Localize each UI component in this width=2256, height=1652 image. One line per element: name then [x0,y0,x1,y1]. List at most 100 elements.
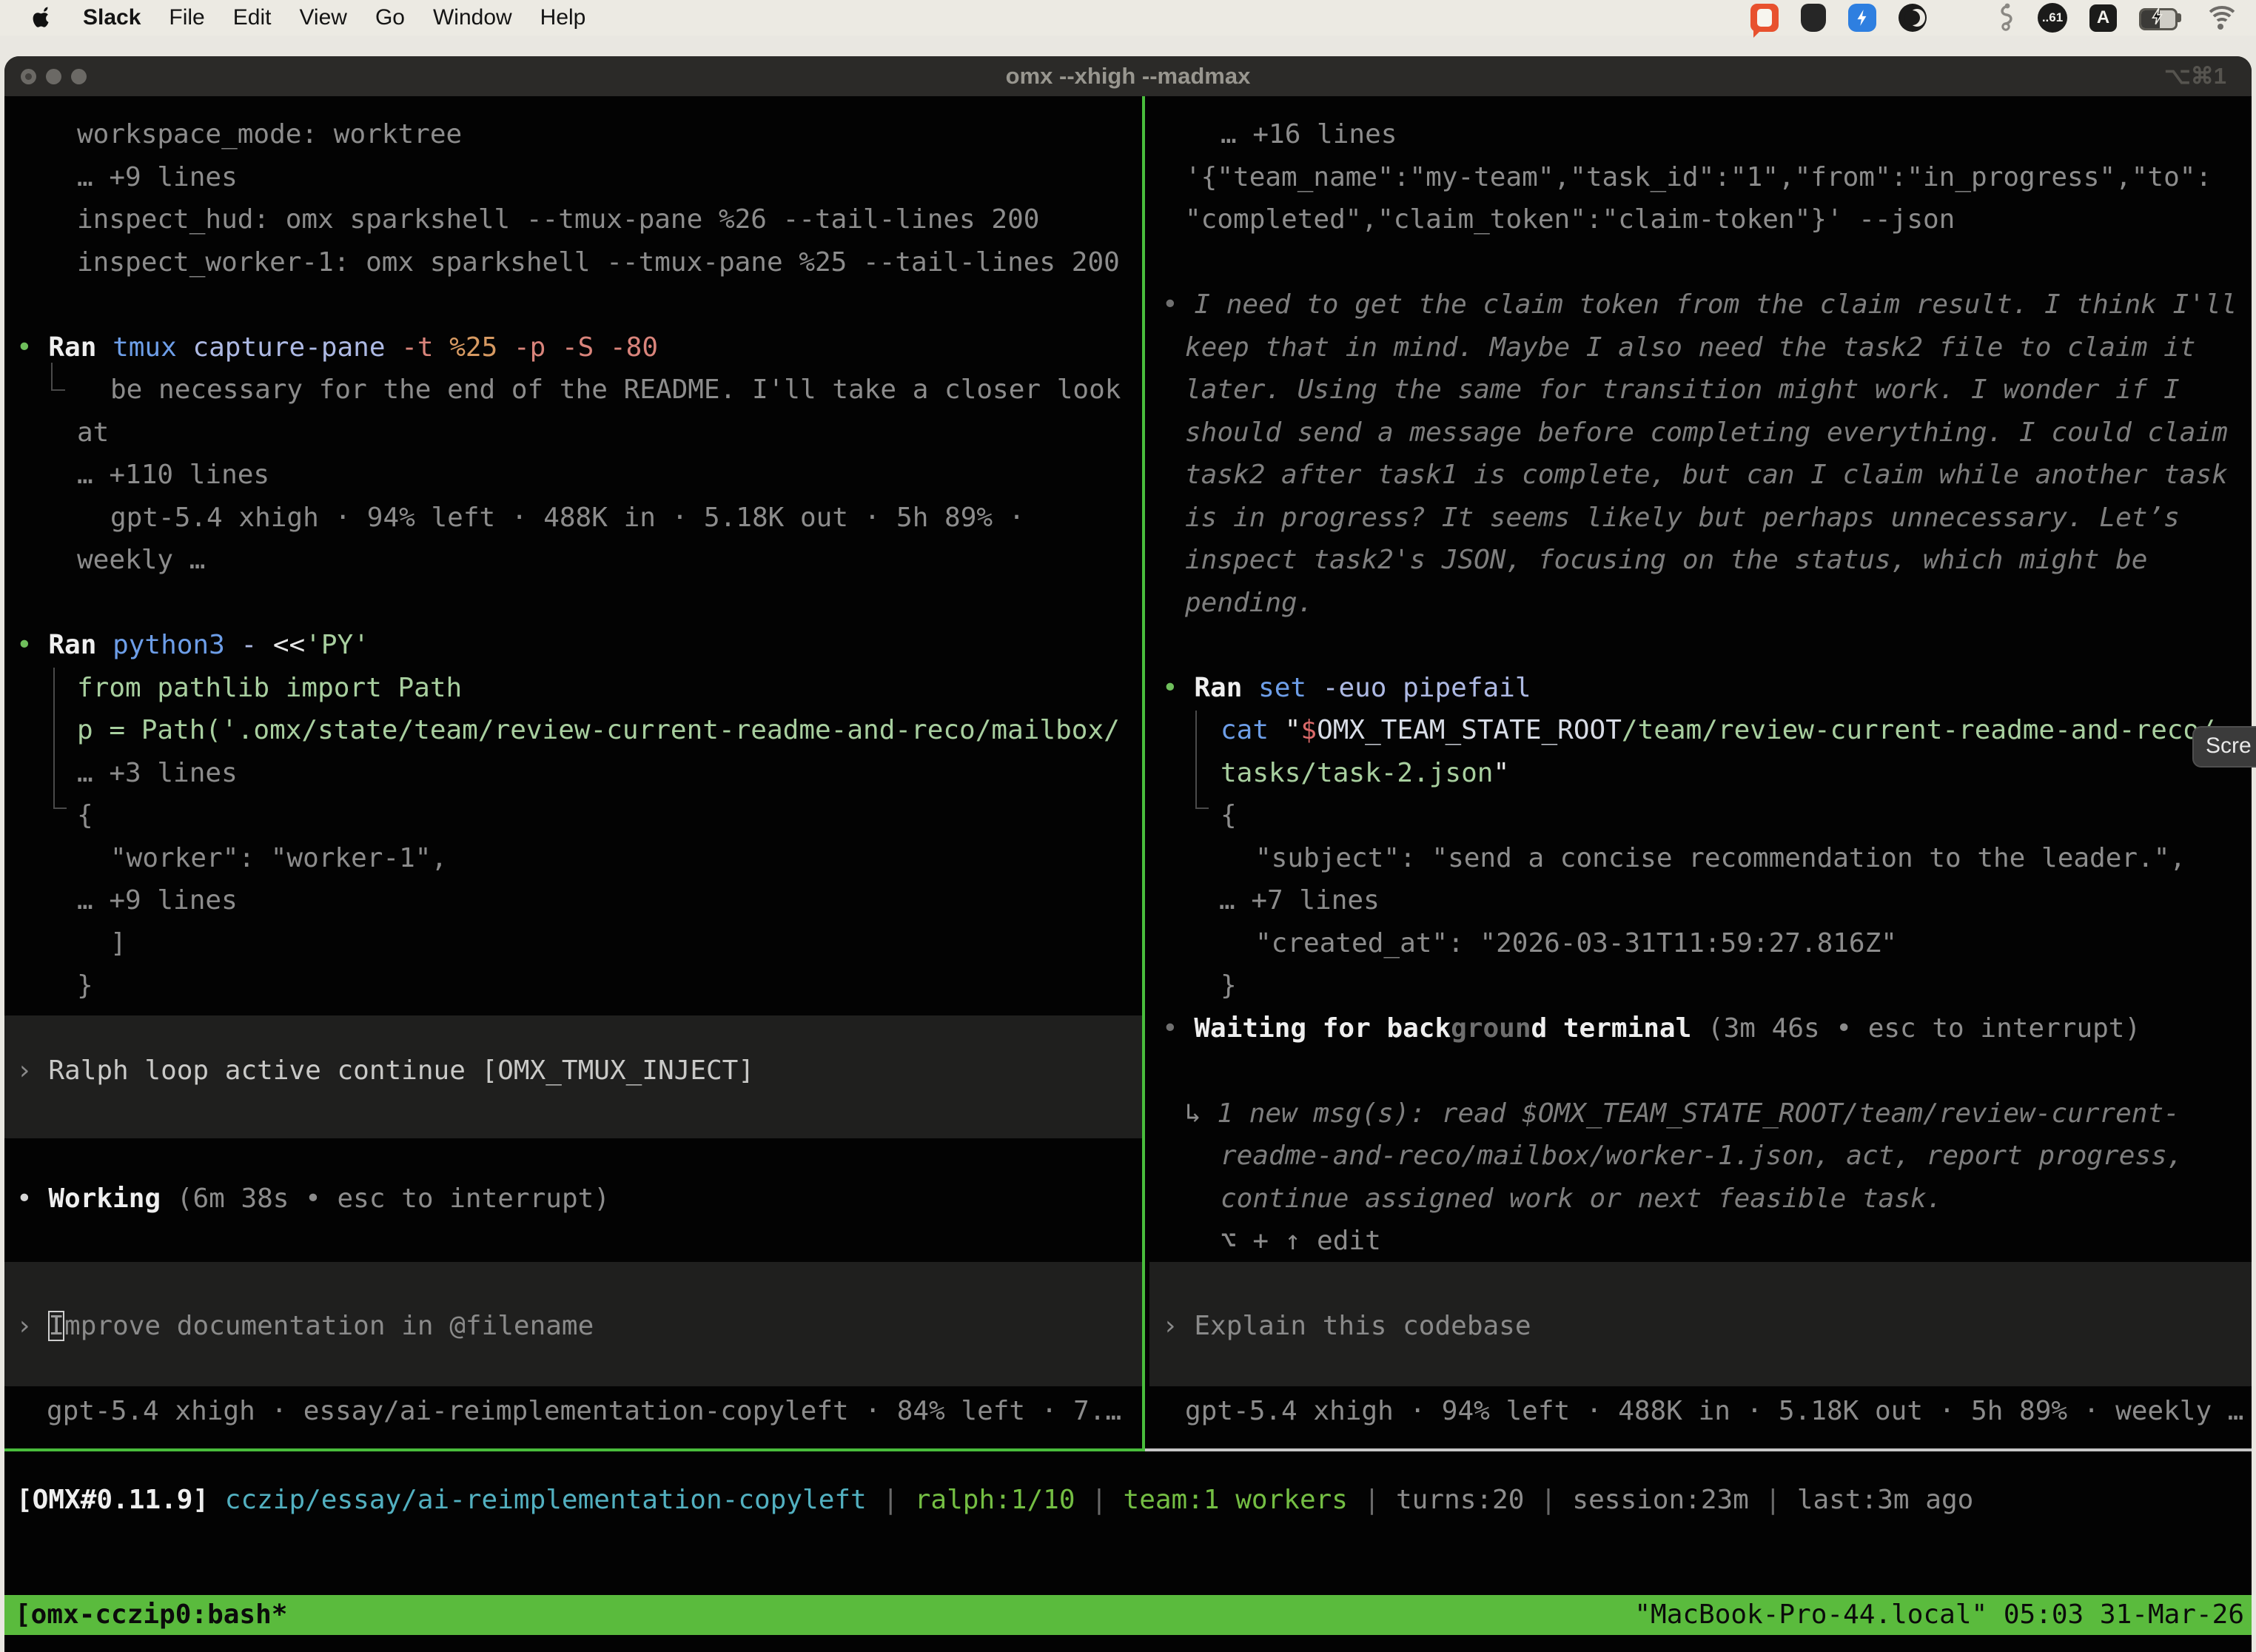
text-segment: { [77,800,93,830]
text-segment: ⌥ + ↑ edit [1221,1226,1381,1256]
text-segment: Ralph loop active continue [OMX_TMUX_INJ… [33,1055,754,1086]
dot-grid-icon[interactable] [1949,5,1974,30]
menu-item-edit[interactable]: Edit [233,5,272,30]
text-segment: capture-pane [177,332,386,363]
tmux-session-label: [omx-cczip0:bash* [4,1595,287,1635]
terminal-line: tasks/task-2.json" [1221,752,1509,794]
text-segment: task2 after task1 is complete, but can I… [1185,460,2228,490]
prompt-chevron: › [1162,1311,1194,1341]
battery-icon[interactable] [2139,8,2182,27]
run-bullet: • [1162,673,1178,703]
text-segment: | [1348,1485,1396,1515]
status-bullet: • [16,1183,33,1214]
terminal-line: › Improve documentation in @filename [16,1305,594,1347]
terminal-line: } [77,964,93,1007]
text-segment: Waiting for back [1178,1013,1451,1044]
terminal-line: • Waiting for background terminal (3m 46… [1162,1007,2141,1050]
window-title: omx --xhigh --madmax [1006,56,1251,96]
text-segment: team:1 workers [1124,1485,1348,1515]
menu-item-go[interactable]: Go [375,5,405,30]
crescent-circle-icon[interactable] [1899,4,1927,32]
text-segment: } [77,970,93,1001]
text-segment: $ [1300,715,1317,745]
omx-hud-status-line: [OMX#0.11.9] cczip/essay/ai-reimplementa… [16,1479,1973,1521]
battery-percent-icon[interactable]: ..61 [2038,3,2067,33]
chat-app-icon[interactable] [1750,4,1779,32]
terminal-line: gpt-5.4 xhigh · 94% left · 488K in · 5.1… [1185,1390,2243,1432]
text-segment: 'PY' [305,630,369,660]
text-segment: - [225,630,257,660]
run-bullet: • [16,630,33,660]
text-segment: "created_at": "2026-03-31T11:59:27.816Z" [1255,928,1897,958]
text-segment: I need to get the claim token from the c… [1178,289,2237,320]
text-segment: inspect task2's JSON, focusing on the st… [1185,545,2147,575]
blue-bolt-icon[interactable] [1848,4,1876,32]
terminal-line: • Ran python3 - <<'PY' [16,624,369,666]
text-segment: (3m 46s • esc to interrupt) [1708,1013,2141,1044]
text-segment: | [1075,1485,1124,1515]
text-segment: later. Using the same for transition mig… [1185,375,2180,405]
text-segment: p = Path('.omx/state/team/review-current… [77,715,1120,745]
screen-tooltip: Scre [2192,726,2256,768]
text-segment: workspace_mode: worktree [77,119,462,150]
text-segment: "worker": "worker-1", [110,843,447,873]
terminal-line: • Working (6m 38s • esc to interrupt) [16,1178,610,1220]
input-source-label: A [2097,7,2109,28]
pane-divider-vertical[interactable] [1142,96,1145,1451]
text-segment: } [1221,970,1237,1001]
text-segment: set [1258,673,1306,703]
terminal-line: at [77,412,109,454]
text-segment: inspect_hud: omx sparkshell --tmux-pane … [77,204,1039,235]
terminal-line: … +16 lines [1221,113,1397,155]
zoom-window-button[interactable] [71,69,87,84]
tmux-host-time: "MacBook-Pro-44.local" 05:03 31-Mar-26 [1634,1595,2252,1635]
chat-bubble-shape [1757,9,1772,27]
minimize-window-button[interactable] [46,69,61,84]
output-connector [1195,711,1197,809]
close-window-button[interactable] [21,69,36,84]
text-segment: … +7 lines [1219,885,1380,916]
input-source-icon[interactable]: A [2089,4,2117,32]
text-segment: Explain this codebase [1194,1311,1531,1341]
grid-shield-icon[interactable] [1801,4,1826,32]
active-app-menu[interactable]: Slack [83,5,141,30]
text-segment: be necessary for the end of the README. … [110,375,1121,405]
terminal-line: should send a message before completing … [1185,412,2228,454]
menu-status-icons: ..61 A [1750,3,2256,33]
text-segment: cczip/essay/ai-reimplementation-copyleft [225,1485,867,1515]
text-segment: cat [1221,715,1269,745]
window-title-bar[interactable]: omx --xhigh --madmax ⌥⌘1 [4,56,2252,96]
text-segment: -t [386,332,434,363]
menu-item-view[interactable]: View [299,5,346,30]
text-segment: { [1221,800,1237,830]
text-segment: OMX_TEAM_STATE_ROOT [1317,715,1622,745]
terminal-line: • Ran set -euo pipefail [1162,667,1531,709]
terminal-line: task2 after task1 is complete, but can I… [1185,454,2228,496]
charging-bolt-icon [2148,7,2167,30]
text-segment: continue assigned work or next feasible … [1221,1183,1942,1214]
apple-menu-icon[interactable] [33,5,55,30]
terminal-line: … +110 lines [77,454,269,496]
terminal-line: "created_at": "2026-03-31T11:59:27.816Z" [1255,922,1897,964]
text-segment: is in progress? It seems likely but perh… [1185,503,2180,533]
terminal-line: weekly … [77,539,205,581]
terminal-line: › Ralph loop active continue [OMX_TMUX_I… [16,1050,754,1092]
tmux-status-bar: [omx-cczip0:bash* "MacBook-Pro-44.local"… [4,1595,2252,1635]
terminal-line: … +7 lines [1219,879,1380,921]
text-segment: 1 new msg(s): read $OMX_TEAM_STATE_ROOT/… [1217,1098,2179,1129]
text-segment: session:23m [1572,1485,1748,1515]
menu-item-window[interactable]: Window [433,5,512,30]
terminal-line: cat "$OMX_TEAM_STATE_ROOT/team/review-cu… [1221,709,2215,751]
menu-item-file[interactable]: File [169,5,204,30]
left-terminal-pane[interactable]: workspace_mode: worktree… +9 linesinspec… [4,96,1142,1448]
menu-item-help[interactable]: Help [540,5,586,30]
right-terminal-pane[interactable]: … +16 lines'{"team_name":"my-team","task… [1149,96,2252,1448]
text-segment: ralph:1/10 [915,1485,1075,1515]
macos-menu-bar: Slack File Edit View Go Window Help ..61 A [0,0,2256,36]
wifi-icon[interactable] [2204,6,2237,30]
terminal-line: workspace_mode: worktree [77,113,462,155]
squiggle-icon[interactable] [1996,3,2015,33]
text-segment: turns:20 [1396,1485,1524,1515]
text-segment: Ran [33,630,113,660]
terminal-line: gpt-5.4 xhigh · 94% left · 488K in · 5.1… [110,497,1024,539]
